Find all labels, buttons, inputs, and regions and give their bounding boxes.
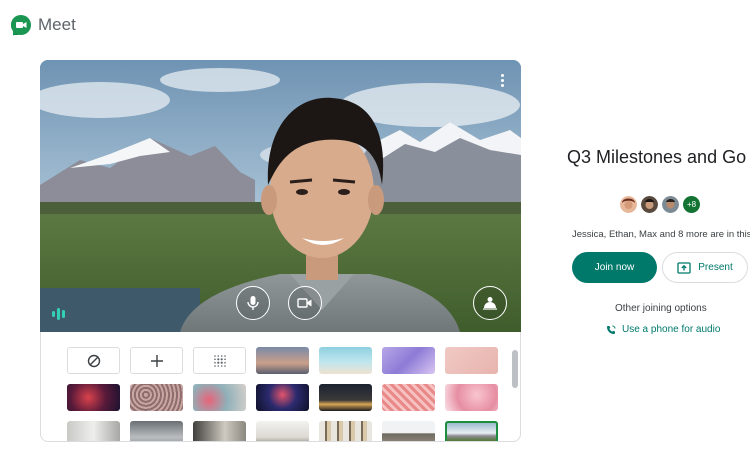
participant-avatars: +8: [620, 196, 700, 213]
phone-icon: [607, 324, 616, 334]
background-night-building[interactable]: [319, 384, 372, 411]
phone-audio-label: Use a phone for audio: [622, 324, 721, 335]
background-office[interactable]: [130, 421, 183, 441]
microphone-button[interactable]: [236, 286, 270, 320]
background-mountains[interactable]: [445, 421, 498, 441]
app-name: Meet: [38, 15, 76, 34]
no-effect-icon: [87, 354, 100, 367]
preview-image: [40, 60, 521, 332]
meeting-title: Q3 Milestones and Go: [567, 147, 747, 167]
background-beach[interactable]: [319, 347, 372, 374]
audio-level-icon: [52, 308, 65, 320]
background-grid: [67, 347, 498, 441]
dot-icon: [500, 78, 504, 82]
background-cherry-blossom[interactable]: [445, 384, 498, 411]
background-skyline[interactable]: [382, 421, 435, 441]
background-purple-sky[interactable]: [382, 347, 435, 374]
background-scrollbar[interactable]: [512, 350, 518, 388]
camera-button[interactable]: [288, 286, 322, 320]
meet-logo[interactable]: Meet: [10, 14, 76, 36]
avatar: [662, 196, 679, 213]
background-bookshelf[interactable]: [319, 421, 372, 441]
background-picker: [40, 332, 521, 442]
background-living-room[interactable]: [256, 421, 309, 441]
other-joining-options-label: Other joining options: [615, 303, 707, 314]
present-label: Present: [698, 262, 733, 273]
dot-icon: [500, 83, 504, 87]
background-flowers[interactable]: [193, 384, 246, 411]
blur-icon: [213, 354, 226, 367]
no-effect-tile[interactable]: [67, 347, 120, 374]
upload-background-tile[interactable]: [130, 347, 183, 374]
use-phone-audio-link[interactable]: Use a phone for audio: [606, 324, 720, 335]
blur-tile[interactable]: [193, 347, 246, 374]
background-room[interactable]: [67, 421, 120, 441]
more-options-button[interactable]: [495, 70, 509, 90]
dot-icon: [500, 73, 504, 77]
camera-icon: [297, 298, 312, 308]
meet-logo-icon: [11, 15, 31, 36]
background-nebula[interactable]: [67, 384, 120, 411]
avatar: [641, 196, 658, 213]
self-view-preview: [40, 60, 521, 332]
present-button[interactable]: Present: [662, 252, 748, 283]
background-dusk-horizon[interactable]: [256, 347, 309, 374]
background-pink-pattern[interactable]: [382, 384, 435, 411]
background-lounge[interactable]: [193, 421, 246, 441]
join-now-button[interactable]: Join now: [572, 252, 657, 283]
visual-effects-button[interactable]: [473, 286, 507, 320]
avatar: [620, 196, 637, 213]
microphone-icon: [247, 296, 259, 310]
background-pink-texture[interactable]: [445, 347, 498, 374]
background-pebbles[interactable]: [130, 384, 183, 411]
participants-text: Jessica, Ethan, Max and 8 more are in th…: [572, 229, 750, 240]
plus-icon: [150, 354, 163, 367]
more-participants-badge: +8: [683, 196, 700, 213]
visual-effects-icon: [483, 297, 497, 310]
background-fireworks[interactable]: [256, 384, 309, 411]
present-icon: [677, 261, 691, 274]
